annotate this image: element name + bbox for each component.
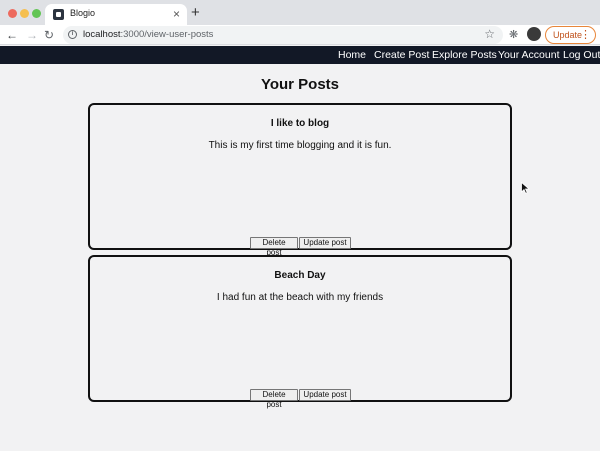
url-path: :3000/view-user-posts xyxy=(120,29,214,40)
browser-tab-bar: Blogio × + xyxy=(0,0,600,25)
nav-your-account-link[interactable]: Your Account xyxy=(498,49,560,61)
forward-arrow-icon[interactable]: → xyxy=(26,27,38,43)
tab-close-icon[interactable]: × xyxy=(173,6,180,22)
post-body: This is my first time blogging and it is… xyxy=(208,140,392,151)
delete-post-button[interactable]: Delete post xyxy=(250,389,298,409)
update-browser-button[interactable]: Update ⋮ xyxy=(545,26,596,44)
update-label: Update xyxy=(553,30,583,40)
post-body: I had fun at the beach with my friends xyxy=(216,292,384,303)
browser-tab[interactable]: Blogio × xyxy=(45,4,187,25)
favicon-icon xyxy=(53,9,64,20)
url-text[interactable]: localhost:3000/view-user-posts xyxy=(83,29,213,40)
delete-post-button[interactable]: Delete post xyxy=(250,237,298,257)
mouse-cursor-icon xyxy=(521,182,530,194)
update-post-button[interactable]: Update post xyxy=(299,237,351,249)
reload-icon[interactable]: ↻ xyxy=(44,27,54,43)
post-title: I like to blog xyxy=(270,118,330,129)
post-title: Beach Day xyxy=(274,270,326,281)
nav-home-link[interactable]: Home xyxy=(338,49,366,61)
post-card: I like to blog This is my first time blo… xyxy=(88,103,512,257)
back-arrow-icon[interactable]: ← xyxy=(6,27,18,43)
extensions-icon[interactable]: ❋ xyxy=(509,28,518,41)
nav-explore-posts-link[interactable]: Explore Posts xyxy=(432,49,497,61)
star-icon[interactable]: ☆ xyxy=(484,27,495,41)
more-icon[interactable]: ⋮ xyxy=(580,28,591,42)
new-tab-icon[interactable]: + xyxy=(191,5,200,20)
post-card: Beach Day I had fun at the beach with my… xyxy=(88,255,512,409)
browser-toolbar: ← → ↻ i localhost:3000/view-user-posts ☆… xyxy=(0,25,600,45)
profile-avatar[interactable] xyxy=(527,27,541,41)
nav-create-post-link[interactable]: Create Post xyxy=(374,49,429,61)
nav-log-out-link[interactable]: Log Out xyxy=(563,49,600,61)
page-title: Your Posts xyxy=(260,76,340,93)
info-icon[interactable]: i xyxy=(68,30,77,39)
close-window-icon[interactable] xyxy=(8,9,17,18)
minimize-window-icon[interactable] xyxy=(20,9,29,18)
url-host: localhost xyxy=(83,29,121,40)
maximize-window-icon[interactable] xyxy=(32,9,41,18)
tab-title: Blogio xyxy=(70,8,96,18)
app-navbar: Home Create Post Explore Posts Your Acco… xyxy=(0,46,600,64)
update-post-button[interactable]: Update post xyxy=(299,389,351,401)
address-bar[interactable]: i localhost:3000/view-user-posts ☆ xyxy=(63,26,503,44)
